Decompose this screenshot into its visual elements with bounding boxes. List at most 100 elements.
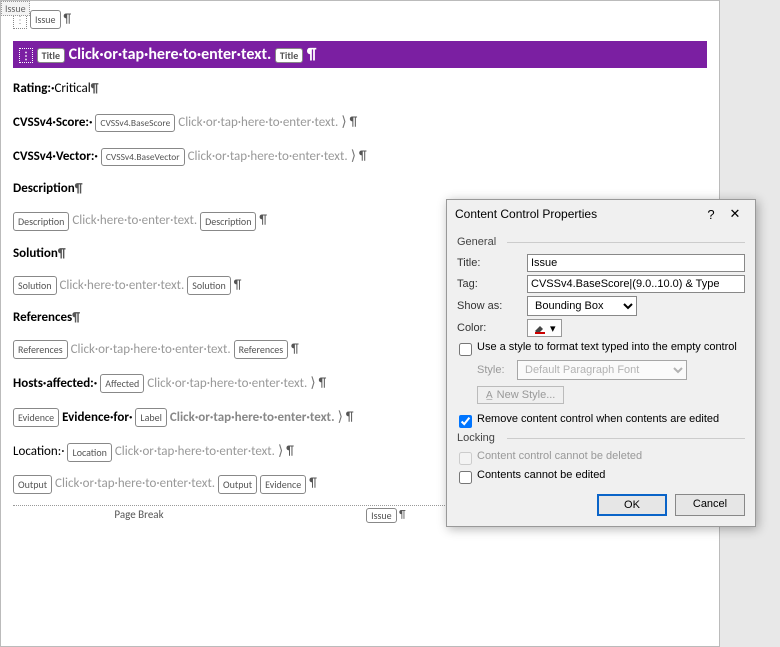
lock-edit-checkbox[interactable] [459, 471, 472, 484]
pilcrow-icon: ¶ [91, 81, 99, 96]
solution-tag-end[interactable]: Solution [187, 276, 231, 295]
top-issue-tag: Issue [1, 1, 30, 16]
pilcrow-icon: ¶ [234, 278, 242, 293]
hosts-label: Hosts·affected: [13, 376, 94, 391]
new-style-button: A̲ New Style... [477, 386, 564, 404]
color-button[interactable]: ▾ [527, 319, 562, 337]
style-label: Style: [477, 364, 517, 376]
color-label: Color: [457, 322, 527, 334]
description-tag-end[interactable]: Description [200, 212, 256, 231]
cvss-score-tag[interactable]: CVSSv4.BaseScore [95, 114, 175, 132]
rating-label: Rating [13, 81, 47, 96]
remove-cc-checkbox-row[interactable]: Remove content control when contents are… [459, 413, 745, 428]
dialog-titlebar[interactable]: Content Control Properties ? ✕ [447, 200, 755, 228]
chevron-down-icon: ▾ [550, 322, 556, 335]
output-placeholder[interactable]: Click·or·tap·here·to·enter·text. [55, 476, 215, 491]
pilcrow-icon: ¶ [346, 410, 354, 425]
solution-tag-start[interactable]: Solution [13, 276, 57, 295]
rating-line[interactable]: Rating:·Critical¶ [13, 78, 707, 100]
pilcrow-icon: ¶ [286, 444, 294, 459]
rating-value: Critical [54, 81, 90, 96]
title-row: Title: [457, 254, 745, 272]
references-tag-end[interactable]: References [234, 340, 289, 359]
remove-cc-checkbox[interactable] [459, 415, 472, 428]
issue-tag-end[interactable]: Issue [366, 508, 397, 523]
title-label: Title: [457, 257, 527, 269]
lock-edit-label: Contents cannot be edited [477, 469, 605, 481]
color-row: Color: ▾ [457, 319, 745, 337]
pilcrow-icon: ¶ [72, 310, 80, 325]
lock-edit-row[interactable]: Contents cannot be edited [459, 469, 745, 484]
references-placeholder[interactable]: Click·or·tap·here·to·enter·text. [71, 342, 231, 357]
pilcrow-icon: ¶ [319, 376, 327, 391]
cvss-score-placeholder[interactable]: Click·or·tap·here·to·enter·text. [178, 115, 338, 130]
description-placeholder[interactable]: Click·here·to·enter·text. [72, 213, 197, 228]
affected-tag[interactable]: Affected [100, 374, 144, 393]
cc-end-bracket: ⟩ [338, 405, 343, 429]
description-heading-text: Description [13, 181, 75, 196]
cvss-vector-tag[interactable]: CVSSv4.BaseVector [101, 148, 185, 166]
evidence-outer-tag[interactable]: Evidence [13, 408, 59, 427]
cc-end-bracket: ⟩ [278, 439, 283, 463]
label-tag[interactable]: Label [135, 408, 167, 427]
pilcrow-icon: ¶ [399, 508, 405, 521]
paint-bucket-icon [533, 321, 547, 335]
new-style-label: New Style... [497, 389, 556, 401]
references-tag-start[interactable]: References [13, 340, 68, 359]
description-tag-start[interactable]: Description [13, 212, 69, 231]
evidence-tag-end[interactable]: Evidence [260, 475, 306, 494]
issue-start-line: ⋮ Issue ¶ [13, 9, 707, 31]
help-icon[interactable]: ? [699, 207, 723, 222]
location-tag[interactable]: Location [67, 443, 111, 462]
title-placeholder[interactable]: Click·or·tap·here·to·enter·text. [69, 45, 272, 64]
dialog-title-text: Content Control Properties [455, 207, 699, 221]
hosts-placeholder[interactable]: Click·or·tap·here·to·enter·text. [147, 376, 307, 391]
use-style-checkbox-row[interactable]: Use a style to format text typed into th… [459, 341, 745, 356]
page-break-label: Page Break [114, 508, 163, 521]
output-tag-start[interactable]: Output [13, 475, 52, 494]
dialog-buttons: OK Cancel [457, 494, 745, 516]
cvss-score-line[interactable]: CVSSv4·Score:· CVSSv4.BaseScore Click·or… [13, 110, 707, 134]
showas-row: Show as: Bounding Box [457, 296, 745, 316]
location-placeholder[interactable]: Click·or·tap·here·to·enter·text. [115, 444, 275, 459]
use-style-checkbox[interactable] [459, 343, 472, 356]
cc-end-bracket: ⟩ [351, 144, 356, 168]
pilcrow-icon: ¶ [58, 246, 66, 261]
pilcrow-icon: ¶ [63, 12, 71, 27]
pilcrow-icon: ¶ [307, 45, 317, 64]
pilcrow-icon: ¶ [259, 213, 267, 228]
pilcrow-icon: ¶ [291, 342, 299, 357]
style-select: Default Paragraph Font [517, 360, 687, 380]
pilcrow-icon: ¶ [350, 115, 358, 130]
showas-select[interactable]: Bounding Box [527, 296, 637, 316]
cvss-vector-placeholder[interactable]: Click·or·tap·here·to·enter·text. [188, 149, 348, 164]
locking-group-label: Locking [457, 432, 745, 444]
content-control-properties-dialog: Content Control Properties ? ✕ General T… [446, 199, 756, 527]
title-input[interactable] [527, 254, 745, 272]
title-tag-end[interactable]: Title [275, 48, 303, 63]
tag-input[interactable] [527, 275, 745, 293]
evidence-placeholder[interactable]: Click·or·tap·here·to·enter·text. [170, 410, 335, 425]
showas-label: Show as: [457, 300, 527, 312]
cc-end-bracket: ⟩ [341, 110, 346, 134]
title-row[interactable]: ⋮ Title Click·or·tap·here·to·enter·text.… [13, 41, 707, 68]
pilcrow-icon: ¶ [359, 149, 367, 164]
lock-delete-row: Content control cannot be deleted [459, 450, 745, 465]
ok-button[interactable]: OK [597, 494, 667, 516]
style-row: Style: Default Paragraph Font [477, 360, 745, 380]
issue-tag[interactable]: Issue [30, 10, 61, 29]
close-icon[interactable]: ✕ [723, 206, 747, 222]
output-tag-end[interactable]: Output [218, 475, 257, 494]
cancel-button[interactable]: Cancel [675, 494, 745, 516]
solution-placeholder[interactable]: Click·here·to·enter·text. [59, 278, 184, 293]
cc-start-bracket: ⋮ [19, 48, 33, 63]
title-tag-start[interactable]: Title [37, 48, 65, 63]
pilcrow-icon: ¶ [309, 476, 317, 491]
tag-row: Tag: [457, 275, 745, 293]
cvss-vector-line[interactable]: CVSSv4·Vector:· CVSSv4.BaseVector Click·… [13, 144, 707, 168]
references-heading-text: References [13, 310, 72, 325]
cvss-score-label: CVSSv4·Score [13, 115, 85, 130]
location-label: Location: [13, 444, 61, 459]
general-group-label: General [457, 236, 745, 248]
lock-delete-label: Content control cannot be deleted [477, 450, 642, 462]
